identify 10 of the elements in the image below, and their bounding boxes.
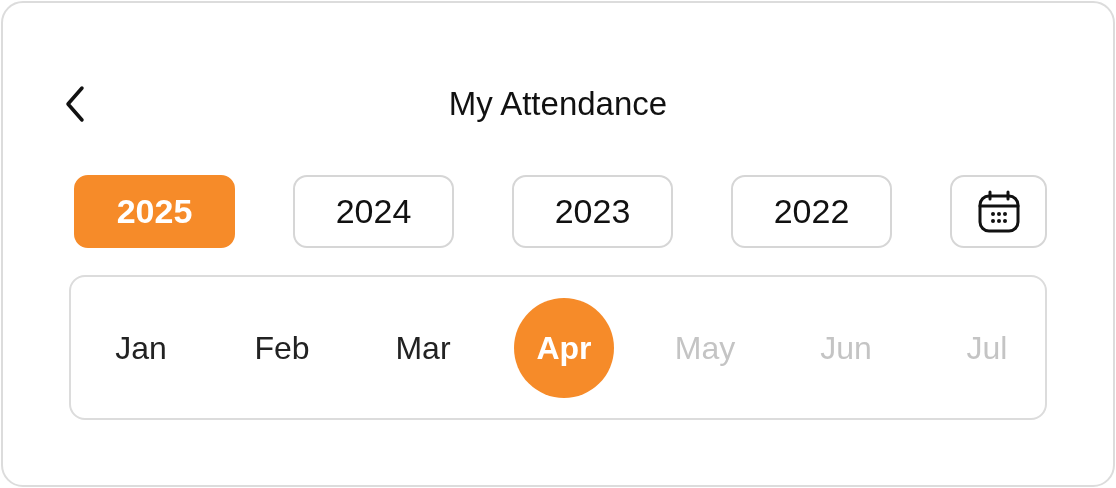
page-title: My Attendance [448,86,668,120]
year-tab[interactable]: 2024 [293,175,454,248]
calendar-button[interactable] [950,175,1047,248]
month-item[interactable]: Mar [373,297,473,398]
month-item[interactable]: Jan [91,297,191,398]
back-button[interactable] [63,85,87,123]
year-tab[interactable]: 2023 [512,175,673,248]
month-item[interactable]: Feb [232,297,332,398]
back-icon [63,85,87,123]
year-tab[interactable]: 2022 [731,175,892,248]
